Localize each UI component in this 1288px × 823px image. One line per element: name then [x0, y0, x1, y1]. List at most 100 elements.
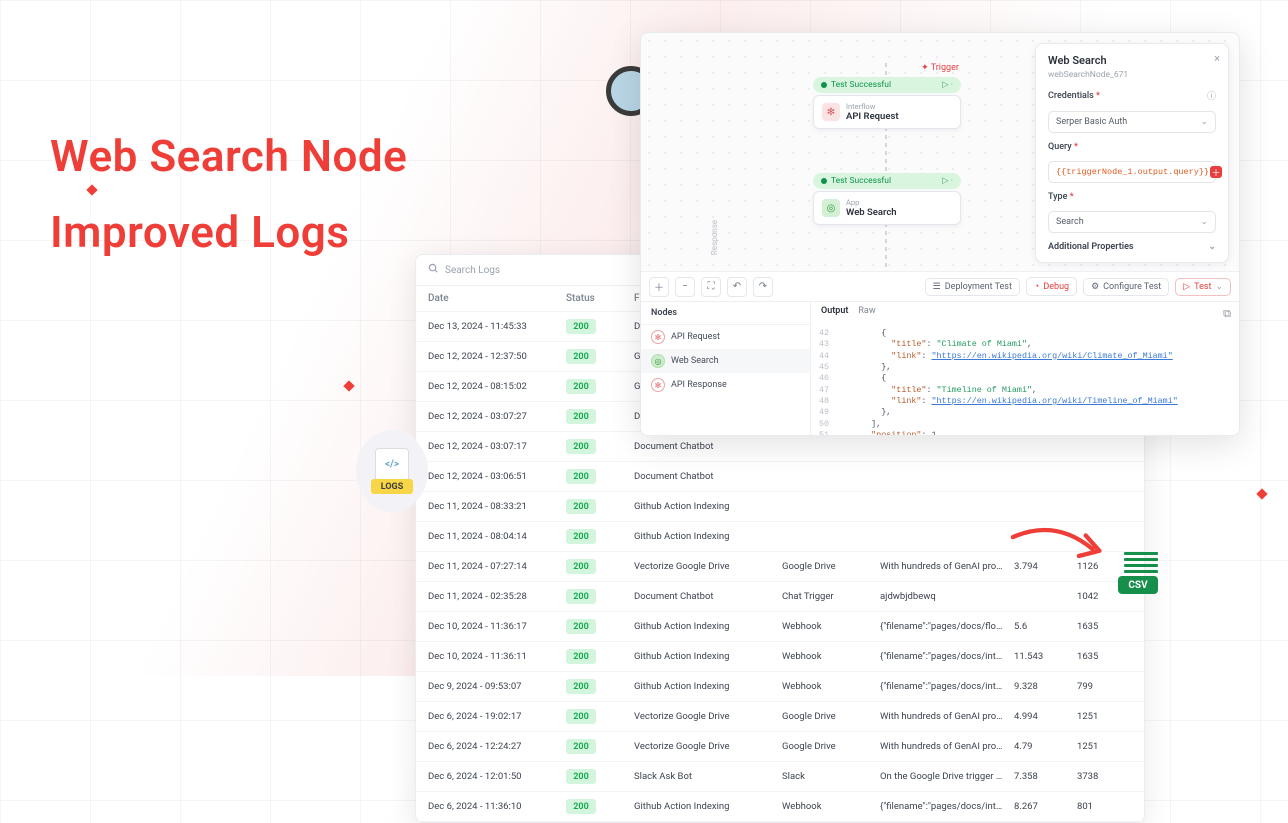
cell-flow: Github Action Indexing — [634, 531, 774, 542]
cell-m2: 1635 — [1077, 621, 1132, 632]
trigger-label: ✦ Trigger — [921, 63, 959, 73]
code-viewer[interactable]: 42 { 43 "title": "Climate of Miami", 44 … — [811, 324, 1239, 435]
flow-canvas[interactable]: ✦ Trigger Test Successful ▷ · ✻ Interflo… — [641, 33, 1239, 301]
credentials-select[interactable]: Serper Basic Auth⌄ — [1048, 111, 1216, 133]
cell-trigger: Google Drive — [782, 741, 872, 752]
table-row[interactable]: Dec 6, 2024 - 19:02:17200Vectorize Googl… — [416, 702, 1144, 732]
cell-trigger: Webhook — [782, 621, 872, 632]
cell-date: Dec 6, 2024 - 19:02:17 — [428, 711, 558, 722]
test-button[interactable]: ▷Test⌄ — [1175, 278, 1231, 296]
stopwatch-icon: ◔ — [1034, 281, 1039, 292]
table-row[interactable]: Dec 11, 2024 - 08:33:21200Github Action … — [416, 492, 1144, 522]
props-subtitle: webSearchNode_671 — [1048, 70, 1216, 80]
page-title-2: Improved Logs — [50, 206, 349, 258]
cell-trigger: Webhook — [782, 801, 872, 812]
cell-detail: ajdwbjdbewq — [880, 591, 1006, 602]
status-badge: 200 — [566, 529, 596, 544]
cell-status: 200 — [566, 619, 626, 634]
cell-status: 200 — [566, 439, 626, 454]
gear-icon: ✻ — [651, 330, 665, 344]
table-row[interactable]: Dec 6, 2024 - 12:24:27200Vectorize Googl… — [416, 732, 1144, 762]
cell-m2: 801 — [1077, 801, 1132, 812]
output-node-label: API Response — [671, 380, 727, 390]
table-row[interactable]: Dec 9, 2024 - 09:53:07200Github Action I… — [416, 672, 1144, 702]
cell-status: 200 — [566, 559, 626, 574]
redo-icon[interactable]: ↷ — [753, 277, 773, 297]
cell-detail: {"filename":"pages/docs/integrations/app… — [880, 651, 1006, 662]
cell-flow: Github Action Indexing — [634, 651, 774, 662]
table-row[interactable]: Dec 11, 2024 - 07:27:14200Vectorize Goog… — [416, 552, 1144, 582]
stack-icon: ☰ — [933, 282, 941, 292]
output-panel: Nodes ✻ API Request ◎Web Search ✻ API Respon… — [641, 301, 1239, 435]
output-node-item[interactable]: ◎Web Search — [641, 349, 810, 373]
cell-trigger: Webhook — [782, 681, 872, 692]
cell-m2: 799 — [1077, 681, 1132, 692]
table-row[interactable]: Dec 11, 2024 - 08:04:14200Github Action … — [416, 522, 1144, 552]
query-expression-input[interactable]: {{triggerNode_1.output.query}} ＋ — [1048, 161, 1216, 183]
logs-tag: LOGS — [371, 479, 413, 494]
cell-status: 200 — [566, 319, 626, 334]
search-icon — [428, 263, 439, 277]
undo-icon[interactable]: ↶ — [727, 277, 747, 297]
cell-flow: Github Action Indexing — [634, 681, 774, 692]
table-row[interactable]: Dec 12, 2024 - 03:06:51200Document Chatb… — [416, 462, 1144, 492]
output-node-item[interactable]: ✻ API Request — [641, 325, 810, 349]
expand-icon[interactable]: ⛶ — [701, 277, 721, 297]
search-placeholder: Search Logs — [445, 265, 500, 276]
chevron-down-icon: ⌄ — [1200, 117, 1208, 127]
output-nodes-list: Nodes ✻ API Request ◎Web Search ✻ API Respon… — [641, 302, 811, 435]
credentials-label: Credentials — [1048, 91, 1100, 101]
status-badge: 200 — [566, 409, 596, 424]
minus-icon[interactable]: − — [675, 277, 695, 297]
add-expression-button[interactable]: ＋ — [1210, 166, 1222, 178]
nodes-header: Nodes — [641, 302, 810, 325]
cell-date: Dec 6, 2024 - 12:01:50 — [428, 771, 558, 782]
chevron-down-icon: ⌄ — [1208, 242, 1216, 252]
table-row[interactable]: Dec 6, 2024 - 11:36:10200Github Action I… — [416, 792, 1144, 822]
page-title-1: Web Search Node — [50, 130, 407, 182]
cell-m2: 1251 — [1077, 711, 1132, 722]
table-row[interactable]: Dec 10, 2024 - 11:36:17200Github Action … — [416, 612, 1144, 642]
cell-trigger: Google Drive — [782, 561, 872, 572]
add-icon[interactable]: ＋ — [649, 277, 669, 297]
play-icon: ▷ — [1183, 282, 1190, 292]
tab-output[interactable]: Output — [821, 306, 848, 316]
cell-date: Dec 11, 2024 - 07:27:14 — [428, 561, 558, 572]
debug-button[interactable]: ◔Debug — [1026, 277, 1077, 296]
copy-icon[interactable]: ⧉ — [1223, 307, 1231, 321]
deployment-test-button[interactable]: ☰Deployment Test — [925, 278, 1020, 296]
table-row[interactable]: Dec 12, 2024 - 03:07:17200Document Chatb… — [416, 432, 1144, 462]
type-select[interactable]: Search⌄ — [1048, 211, 1216, 233]
globe-icon: ◎ — [822, 199, 840, 217]
close-icon[interactable]: × — [1214, 52, 1220, 65]
tab-raw[interactable]: Raw — [858, 306, 875, 316]
info-icon[interactable]: ⓘ — [1207, 89, 1216, 102]
cell-flow: Github Action Indexing — [634, 621, 774, 632]
table-row[interactable]: Dec 6, 2024 - 12:01:50200Slack Ask BotSl… — [416, 762, 1144, 792]
cell-date: Dec 13, 2024 - 11:45:33 — [428, 321, 558, 332]
cell-detail: With hundreds of GenAI products out ther… — [880, 561, 1006, 572]
additional-properties-toggle[interactable]: Additional Properties⌄ — [1048, 242, 1216, 252]
cell-m2: 1251 — [1077, 741, 1132, 752]
node-api-request[interactable]: ✻ InterflowAPI Request — [813, 95, 961, 129]
output-node-label: API Request — [671, 332, 720, 342]
node-web-search[interactable]: ◎ AppWeb Search — [813, 191, 961, 225]
table-row[interactable]: Dec 10, 2024 - 11:36:11200Github Action … — [416, 642, 1144, 672]
cell-date: Dec 12, 2024 - 03:07:17 — [428, 441, 558, 452]
gear-icon: ✻ — [651, 378, 665, 392]
status-badge: 200 — [566, 499, 596, 514]
canvas-panel: ✦ Trigger Test Successful ▷ · ✻ Interflo… — [640, 32, 1240, 436]
cell-status: 200 — [566, 499, 626, 514]
output-node-item[interactable]: ✻ API Response — [641, 373, 810, 397]
test-success-badge: Test Successful ▷ · — [813, 173, 961, 189]
gear-icon: ✻ — [822, 103, 840, 121]
status-badge: 200 — [566, 469, 596, 484]
cell-date: Dec 11, 2024 - 08:33:21 — [428, 501, 558, 512]
cell-status: 200 — [566, 739, 626, 754]
table-row[interactable]: Dec 11, 2024 - 02:35:28200Document Chatb… — [416, 582, 1144, 612]
cell-date: Dec 12, 2024 - 12:37:50 — [428, 351, 558, 362]
canvas-toolbar: ＋ − ⛶ ↶ ↷ ☰Deployment Test ◔Debug ⚙Confi… — [641, 271, 1239, 301]
status-badge: 200 — [566, 769, 596, 784]
status-badge: 200 — [566, 589, 596, 604]
configure-test-button[interactable]: ⚙Configure Test — [1083, 278, 1169, 296]
